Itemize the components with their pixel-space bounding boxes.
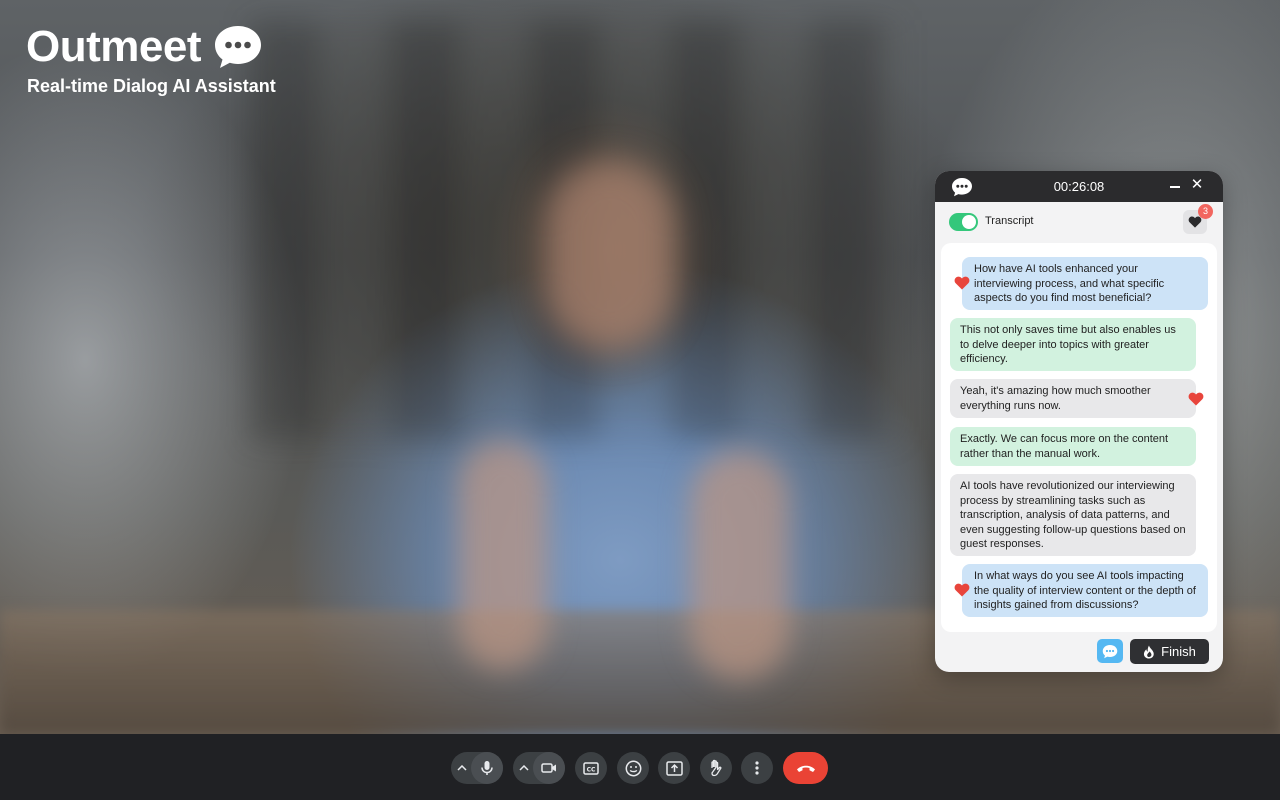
mic-options-button[interactable]: [451, 752, 473, 784]
list-item[interactable]: Exactly. We can focus more on the conten…: [950, 427, 1196, 466]
heart-icon: [1188, 216, 1202, 228]
transcript-bar: Transcript 3: [935, 202, 1223, 242]
microphone-button[interactable]: [471, 752, 503, 784]
camera-options-button[interactable]: [513, 752, 535, 784]
captions-icon: CC: [583, 761, 599, 775]
message-text: Yeah, it's amazing how much smoother eve…: [960, 385, 1151, 412]
participant-hand-right: [690, 450, 790, 680]
list-item[interactable]: This not only saves time but also enable…: [950, 318, 1196, 371]
message-text: How have AI tools enhanced your intervie…: [974, 263, 1165, 304]
list-item[interactable]: How have AI tools enhanced your intervie…: [962, 257, 1208, 310]
present-button[interactable]: [658, 752, 690, 784]
heart-icon[interactable]: [954, 583, 970, 597]
transcript-label: Transcript: [985, 215, 1034, 227]
chevron-up-icon: [457, 765, 467, 771]
participant-face: [545, 160, 675, 350]
svg-text:CC: CC: [587, 766, 596, 773]
end-call-button[interactable]: [783, 752, 828, 784]
chevron-up-icon: [519, 765, 529, 771]
end-call-icon: [796, 765, 815, 772]
list-item[interactable]: AI tools have revolutionized our intervi…: [950, 474, 1196, 556]
flame-icon: [1144, 645, 1154, 658]
transcript-toggle[interactable]: [949, 213, 978, 231]
message-text: Exactly. We can focus more on the conten…: [960, 433, 1169, 460]
panel-titlebar[interactable]: 00:26:08 ✕: [935, 171, 1223, 202]
reactions-button[interactable]: [617, 752, 649, 784]
captions-button[interactable]: CC: [575, 752, 607, 784]
transcript-list[interactable]: How have AI tools enhanced your intervie…: [941, 243, 1217, 632]
message-text: This not only saves time but also enable…: [960, 324, 1176, 365]
finish-label: Finish: [1161, 644, 1196, 659]
chat-bubble-icon: [214, 26, 261, 68]
list-item[interactable]: In what ways do you see AI tools impacti…: [962, 564, 1208, 617]
brand-header: Outmeet Real-time Dialog AI Assistant: [26, 22, 276, 97]
favorites-count-badge: 3: [1198, 204, 1213, 219]
assistant-panel: 00:26:08 ✕ Transcript 3 How have AI tool…: [935, 171, 1223, 672]
raise-hand-icon: [711, 759, 722, 777]
chat-bubble-icon: [1102, 644, 1118, 658]
brand-name: Outmeet: [26, 22, 201, 71]
close-button[interactable]: ✕: [1189, 177, 1205, 193]
more-options-icon: [755, 761, 759, 775]
finish-button[interactable]: Finish: [1130, 639, 1209, 664]
list-item[interactable]: Yeah, it's amazing how much smoother eve…: [950, 379, 1196, 418]
minimize-button[interactable]: [1168, 178, 1182, 194]
brand-tagline: Real-time Dialog AI Assistant: [27, 76, 276, 96]
call-controls: CC: [0, 734, 1280, 800]
message-text: In what ways do you see AI tools impacti…: [974, 570, 1196, 611]
heart-icon[interactable]: [1188, 392, 1204, 406]
microphone-icon: [481, 761, 493, 775]
raise-hand-button[interactable]: [700, 752, 732, 784]
present-screen-icon: [665, 760, 683, 776]
more-options-button[interactable]: [741, 752, 773, 784]
camera-icon: [541, 763, 556, 773]
favorites-button[interactable]: 3: [1183, 204, 1213, 234]
participant-hand-left: [458, 440, 548, 670]
emoji-icon: [625, 760, 641, 776]
heart-icon[interactable]: [954, 276, 970, 290]
message-text: AI tools have revolutionized our intervi…: [960, 480, 1186, 550]
panel-footer: Finish: [935, 632, 1223, 672]
chat-button[interactable]: [1097, 639, 1123, 663]
camera-button[interactable]: [533, 752, 565, 784]
